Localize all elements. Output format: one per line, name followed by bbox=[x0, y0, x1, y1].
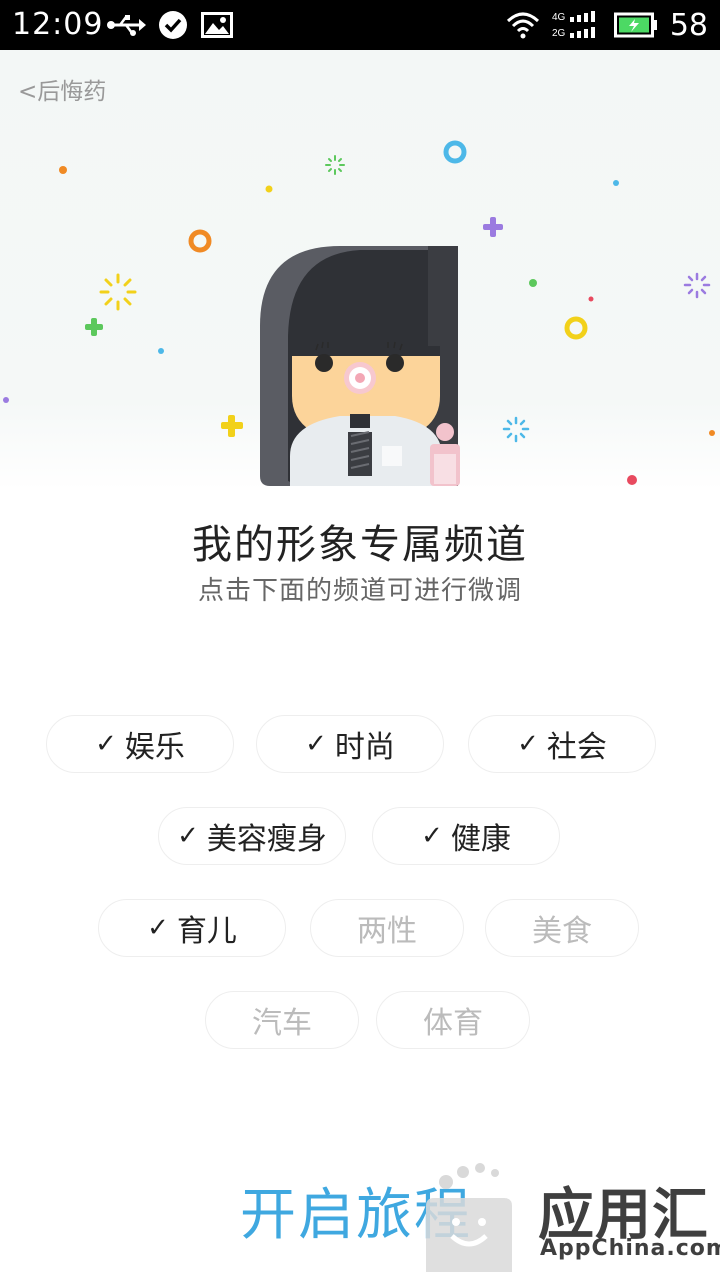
check-icon: ✓ bbox=[177, 821, 199, 851]
network-label-4g: 4G bbox=[552, 12, 566, 23]
channel-chip-parenting[interactable]: ✓ 育儿 bbox=[98, 899, 286, 957]
channel-label: 美食 bbox=[532, 914, 592, 949]
check-icon: ✓ bbox=[305, 729, 327, 759]
channel-label: 娱乐 bbox=[124, 730, 185, 765]
channel-chip-beauty[interactable]: ✓ 美容瘦身 bbox=[158, 807, 346, 865]
channel-label: 时尚 bbox=[334, 730, 395, 765]
appchina-logo-icon bbox=[426, 1163, 512, 1272]
back-button[interactable]: <后悔药 bbox=[18, 72, 106, 106]
check-icon: ✓ bbox=[147, 913, 169, 943]
channel-chip-cars[interactable]: 汽车 bbox=[205, 991, 359, 1049]
channel-label: 两性 bbox=[357, 914, 417, 949]
status-time: 12:09 bbox=[12, 7, 104, 42]
check-circle-icon bbox=[159, 11, 187, 39]
channel-chip-sports[interactable]: 体育 bbox=[376, 991, 530, 1049]
channel-chip-society[interactable]: ✓ 社会 bbox=[468, 715, 656, 773]
usb-icon bbox=[107, 15, 146, 36]
check-icon: ✓ bbox=[95, 729, 117, 759]
network-label-2g: 2G bbox=[552, 28, 566, 39]
channel-label: 体育 bbox=[423, 1006, 483, 1041]
check-icon: ✓ bbox=[517, 729, 539, 759]
image-icon bbox=[201, 12, 233, 38]
battery-icon bbox=[613, 12, 657, 38]
avatar-illustration bbox=[260, 246, 460, 486]
channel-chip-entertainment[interactable]: ✓ 娱乐 bbox=[46, 715, 234, 773]
hero-banner: <后悔药 bbox=[0, 50, 720, 490]
channel-chip-health[interactable]: ✓ 健康 bbox=[372, 807, 560, 865]
watermark-url: AppChina.com bbox=[540, 1236, 720, 1261]
channel-chip-relationships[interactable]: 两性 bbox=[310, 899, 464, 957]
signal-icon: 4G 2G bbox=[552, 11, 595, 39]
channel-label: 健康 bbox=[450, 822, 511, 857]
check-icon: ✓ bbox=[421, 821, 443, 851]
channel-chip-fashion[interactable]: ✓ 时尚 bbox=[256, 715, 444, 773]
page-title: 我的形象专属频道 bbox=[192, 522, 528, 568]
channel-chip-food[interactable]: 美食 bbox=[485, 899, 639, 957]
channel-label: 汽车 bbox=[252, 1006, 312, 1041]
battery-level: 58 bbox=[669, 7, 708, 43]
wifi-icon bbox=[506, 12, 539, 39]
channel-label: 美容瘦身 bbox=[206, 822, 327, 857]
channel-label: 育儿 bbox=[176, 914, 237, 949]
status-bar: 12:09 4G 2G 58 bbox=[0, 0, 720, 50]
page-subtitle: 点击下面的频道可进行微调 bbox=[197, 576, 522, 606]
channel-label: 社会 bbox=[546, 730, 607, 765]
